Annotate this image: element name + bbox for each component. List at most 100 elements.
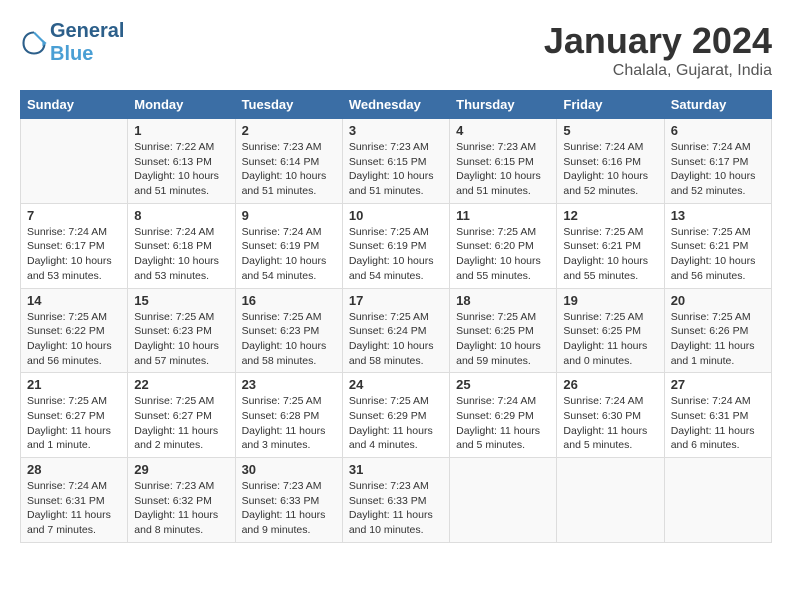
day-number: 12 [563, 208, 657, 223]
day-number: 7 [27, 208, 121, 223]
calendar-day-cell [557, 458, 664, 543]
weekday-header: Tuesday [235, 91, 342, 119]
calendar-day-cell: 12 Sunrise: 7:25 AM Sunset: 6:21 PM Dayli… [557, 203, 664, 288]
calendar-day-cell: 30 Sunrise: 7:23 AM Sunset: 6:33 PM Dayli… [235, 458, 342, 543]
day-info: Sunrise: 7:25 AM Sunset: 6:27 PM Dayligh… [134, 394, 228, 453]
weekday-header: Sunday [21, 91, 128, 119]
day-info: Sunrise: 7:23 AM Sunset: 6:15 PM Dayligh… [349, 140, 443, 199]
calendar-day-cell: 2 Sunrise: 7:23 AM Sunset: 6:14 PM Daylig… [235, 119, 342, 204]
day-info: Sunrise: 7:25 AM Sunset: 6:25 PM Dayligh… [456, 310, 550, 369]
day-info: Sunrise: 7:24 AM Sunset: 6:31 PM Dayligh… [27, 479, 121, 538]
day-info: Sunrise: 7:25 AM Sunset: 6:28 PM Dayligh… [242, 394, 336, 453]
day-number: 23 [242, 377, 336, 392]
day-info: Sunrise: 7:25 AM Sunset: 6:21 PM Dayligh… [671, 225, 765, 284]
day-info: Sunrise: 7:25 AM Sunset: 6:27 PM Dayligh… [27, 394, 121, 453]
day-number: 4 [456, 123, 550, 138]
calendar-day-cell: 10 Sunrise: 7:25 AM Sunset: 6:19 PM Dayli… [342, 203, 449, 288]
day-number: 22 [134, 377, 228, 392]
calendar-day-cell: 24 Sunrise: 7:25 AM Sunset: 6:29 PM Dayli… [342, 373, 449, 458]
day-number: 28 [27, 462, 121, 477]
logo: GeneralBlue [20, 20, 124, 66]
calendar-week-row: 21 Sunrise: 7:25 AM Sunset: 6:27 PM Dayli… [21, 373, 772, 458]
calendar-week-row: 14Sunrise: 7:25 AM Sunset: 6:22 PM Dayli… [21, 288, 772, 373]
day-number: 1 [134, 123, 228, 138]
day-number: 10 [349, 208, 443, 223]
day-info: Sunrise: 7:25 AM Sunset: 6:25 PM Dayligh… [563, 310, 657, 369]
weekday-header: Friday [557, 91, 664, 119]
day-number: 29 [134, 462, 228, 477]
calendar-week-row: 7Sunrise: 7:24 AM Sunset: 6:17 PM Daylig… [21, 203, 772, 288]
day-number: 6 [671, 123, 765, 138]
location: Chalala, Gujarat, India [544, 62, 772, 80]
calendar-day-cell: 16 Sunrise: 7:25 AM Sunset: 6:23 PM Dayli… [235, 288, 342, 373]
calendar-day-cell [450, 458, 557, 543]
calendar-day-cell [664, 458, 771, 543]
calendar-day-cell: 15 Sunrise: 7:25 AM Sunset: 6:23 PM Dayli… [128, 288, 235, 373]
day-info: Sunrise: 7:24 AM Sunset: 6:29 PM Dayligh… [456, 394, 550, 453]
calendar-day-cell: 20Sunrise: 7:25 AM Sunset: 6:26 PM Dayli… [664, 288, 771, 373]
title-area: January 2024 Chalala, Gujarat, India [544, 20, 772, 80]
day-info: Sunrise: 7:22 AM Sunset: 6:13 PM Dayligh… [134, 140, 228, 199]
logo-text: GeneralBlue [50, 20, 124, 66]
calendar-day-cell: 11 Sunrise: 7:25 AM Sunset: 6:20 PM Dayli… [450, 203, 557, 288]
calendar-week-row: 28 Sunrise: 7:24 AM Sunset: 6:31 PM Dayli… [21, 458, 772, 543]
day-info: Sunrise: 7:23 AM Sunset: 6:14 PM Dayligh… [242, 140, 336, 199]
day-number: 13 [671, 208, 765, 223]
weekday-header: Saturday [664, 91, 771, 119]
day-info: Sunrise: 7:24 AM Sunset: 6:31 PM Dayligh… [671, 394, 765, 453]
day-number: 11 [456, 208, 550, 223]
day-number: 3 [349, 123, 443, 138]
day-number: 15 [134, 293, 228, 308]
day-number: 19 [563, 293, 657, 308]
calendar-day-cell: 7Sunrise: 7:24 AM Sunset: 6:17 PM Daylig… [21, 203, 128, 288]
logo-icon [20, 29, 48, 57]
day-info: Sunrise: 7:25 AM Sunset: 6:24 PM Dayligh… [349, 310, 443, 369]
calendar-day-cell: 18Sunrise: 7:25 AM Sunset: 6:25 PM Dayli… [450, 288, 557, 373]
calendar-day-cell: 4Sunrise: 7:23 AM Sunset: 6:15 PM Daylig… [450, 119, 557, 204]
day-info: Sunrise: 7:25 AM Sunset: 6:21 PM Dayligh… [563, 225, 657, 284]
calendar-day-cell: 14Sunrise: 7:25 AM Sunset: 6:22 PM Dayli… [21, 288, 128, 373]
calendar-day-cell: 25Sunrise: 7:24 AM Sunset: 6:29 PM Dayli… [450, 373, 557, 458]
day-info: Sunrise: 7:25 AM Sunset: 6:26 PM Dayligh… [671, 310, 765, 369]
weekday-header: Thursday [450, 91, 557, 119]
weekday-header: Monday [128, 91, 235, 119]
day-info: Sunrise: 7:23 AM Sunset: 6:33 PM Dayligh… [349, 479, 443, 538]
day-number: 9 [242, 208, 336, 223]
day-info: Sunrise: 7:25 AM Sunset: 6:22 PM Dayligh… [27, 310, 121, 369]
calendar-table: SundayMondayTuesdayWednesdayThursdayFrid… [20, 90, 772, 543]
day-number: 24 [349, 377, 443, 392]
day-info: Sunrise: 7:24 AM Sunset: 6:17 PM Dayligh… [671, 140, 765, 199]
calendar-day-cell: 17 Sunrise: 7:25 AM Sunset: 6:24 PM Dayli… [342, 288, 449, 373]
day-number: 30 [242, 462, 336, 477]
day-info: Sunrise: 7:23 AM Sunset: 6:32 PM Dayligh… [134, 479, 228, 538]
day-number: 17 [349, 293, 443, 308]
day-number: 26 [563, 377, 657, 392]
calendar-day-cell: 26Sunrise: 7:24 AM Sunset: 6:30 PM Dayli… [557, 373, 664, 458]
calendar-day-cell: 3 Sunrise: 7:23 AM Sunset: 6:15 PM Daylig… [342, 119, 449, 204]
calendar-day-cell: 1 Sunrise: 7:22 AM Sunset: 6:13 PM Daylig… [128, 119, 235, 204]
calendar-day-cell: 23 Sunrise: 7:25 AM Sunset: 6:28 PM Dayli… [235, 373, 342, 458]
month-title: January 2024 [544, 20, 772, 62]
day-number: 16 [242, 293, 336, 308]
calendar-week-row: 1 Sunrise: 7:22 AM Sunset: 6:13 PM Daylig… [21, 119, 772, 204]
day-number: 8 [134, 208, 228, 223]
day-number: 31 [349, 462, 443, 477]
day-number: 21 [27, 377, 121, 392]
day-number: 2 [242, 123, 336, 138]
day-info: Sunrise: 7:25 AM Sunset: 6:29 PM Dayligh… [349, 394, 443, 453]
day-info: Sunrise: 7:23 AM Sunset: 6:33 PM Dayligh… [242, 479, 336, 538]
day-info: Sunrise: 7:25 AM Sunset: 6:19 PM Dayligh… [349, 225, 443, 284]
day-info: Sunrise: 7:25 AM Sunset: 6:23 PM Dayligh… [134, 310, 228, 369]
calendar-day-cell: 19 Sunrise: 7:25 AM Sunset: 6:25 PM Dayli… [557, 288, 664, 373]
calendar-day-cell: 27Sunrise: 7:24 AM Sunset: 6:31 PM Dayli… [664, 373, 771, 458]
calendar-day-cell: 8Sunrise: 7:24 AM Sunset: 6:18 PM Daylig… [128, 203, 235, 288]
day-info: Sunrise: 7:25 AM Sunset: 6:23 PM Dayligh… [242, 310, 336, 369]
calendar-day-cell: 21 Sunrise: 7:25 AM Sunset: 6:27 PM Dayli… [21, 373, 128, 458]
weekday-header: Wednesday [342, 91, 449, 119]
day-info: Sunrise: 7:25 AM Sunset: 6:20 PM Dayligh… [456, 225, 550, 284]
page-header: GeneralBlue January 2024 Chalala, Gujara… [20, 20, 772, 80]
calendar-day-cell: 22 Sunrise: 7:25 AM Sunset: 6:27 PM Dayli… [128, 373, 235, 458]
calendar-day-cell: 28 Sunrise: 7:24 AM Sunset: 6:31 PM Dayli… [21, 458, 128, 543]
day-number: 5 [563, 123, 657, 138]
day-info: Sunrise: 7:24 AM Sunset: 6:19 PM Dayligh… [242, 225, 336, 284]
